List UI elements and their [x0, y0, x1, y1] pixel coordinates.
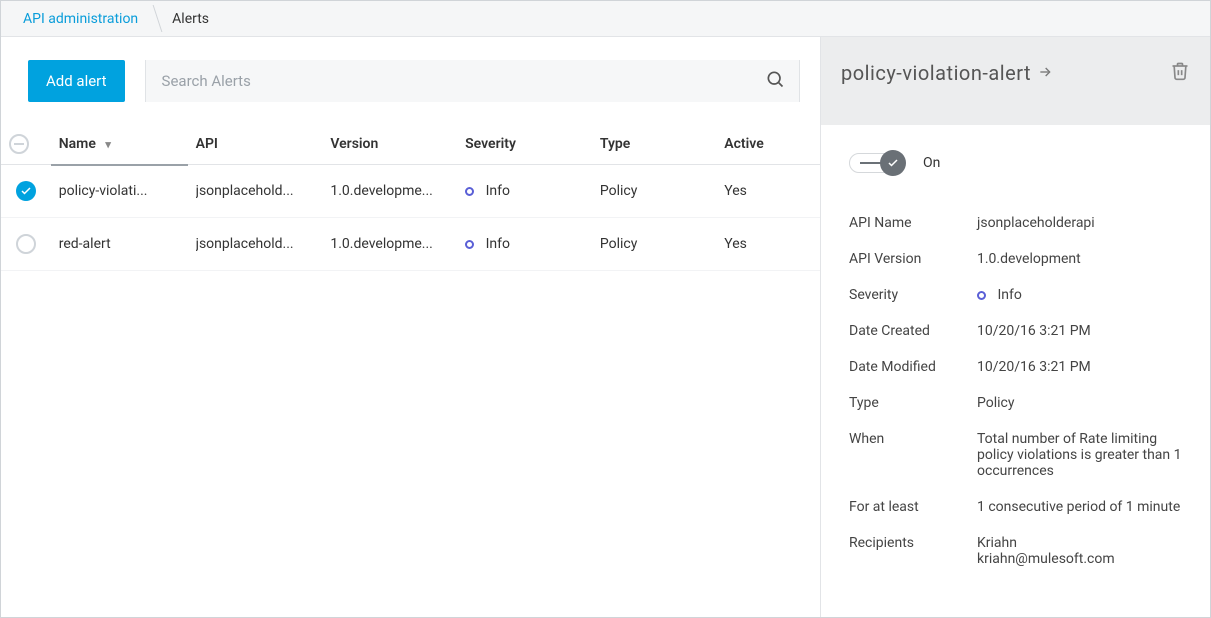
detail-recipients: Recipients Kriahn kriahn@mulesoft.com [849, 525, 1186, 577]
cell-severity: Info [486, 236, 510, 252]
detail-panel: policy-violation-alert [820, 37, 1210, 617]
severity-info-icon [465, 240, 474, 249]
trash-icon[interactable] [1170, 61, 1190, 85]
column-header-version[interactable]: Version [322, 124, 457, 165]
detail-api-version: API Version 1.0.development [849, 241, 1186, 277]
column-header-name[interactable]: Name ▾ [51, 124, 188, 165]
cell-name: red-alert [59, 236, 180, 252]
cell-active: Yes [724, 183, 747, 199]
cell-severity: Info [486, 183, 510, 199]
cell-version: 1.0.developme... [330, 236, 449, 252]
row-checkbox[interactable] [16, 234, 36, 254]
select-all-toggle[interactable] [9, 134, 29, 154]
breadcrumb-current: Alerts [160, 1, 221, 36]
add-alert-label: Add alert [46, 72, 107, 90]
breadcrumb-root-label: API administration [23, 11, 138, 27]
check-icon [880, 150, 906, 176]
cell-api: jsonplacehold... [196, 236, 315, 252]
detail-when: When Total number of Rate limiting polic… [849, 421, 1186, 489]
cell-type: Policy [600, 236, 638, 252]
detail-date-created: Date Created 10/20/16 3:21 PM [849, 313, 1186, 349]
share-icon[interactable] [1037, 61, 1053, 85]
col-name-label: Name [59, 136, 96, 152]
column-header-type[interactable]: Type [592, 124, 716, 165]
add-alert-button[interactable]: Add alert [28, 60, 125, 102]
cell-active: Yes [724, 236, 747, 252]
detail-api-name: API Name jsonplaceholderapi [849, 205, 1186, 241]
detail-severity: Severity Info [849, 277, 1186, 313]
panel-title: policy-violation-alert [841, 61, 1053, 85]
column-header-active[interactable]: Active [716, 124, 820, 165]
detail-for-at-least: For at least 1 consecutive period of 1 m… [849, 489, 1186, 525]
search-input[interactable] [146, 72, 799, 90]
column-header-severity[interactable]: Severity [457, 124, 592, 165]
enabled-toggle[interactable] [849, 153, 905, 173]
severity-info-icon [977, 291, 986, 300]
cell-version: 1.0.developme... [330, 183, 449, 199]
detail-type: Type Policy [849, 385, 1186, 421]
cell-api: jsonplacehold... [196, 183, 315, 199]
breadcrumb: API administration Alerts [1, 1, 1210, 37]
search-wrap[interactable] [145, 60, 800, 102]
cell-name: policy-violati... [59, 183, 180, 199]
toggle-state-label: On [923, 155, 940, 171]
table-row[interactable]: policy-violati... jsonplacehold... 1.0.d… [1, 165, 820, 218]
detail-date-modified: Date Modified 10/20/16 3:21 PM [849, 349, 1186, 385]
search-icon[interactable] [765, 69, 785, 93]
column-header-api[interactable]: API [188, 124, 323, 165]
breadcrumb-current-label: Alerts [172, 11, 209, 27]
breadcrumb-root[interactable]: API administration [11, 1, 150, 36]
table-row[interactable]: red-alert jsonplacehold... 1.0.developme… [1, 218, 820, 271]
row-checkbox[interactable] [16, 181, 36, 201]
cell-type: Policy [600, 183, 638, 199]
chevron-down-icon: ▾ [105, 138, 111, 151]
alerts-table: Name ▾ API Version Severity Type Active [1, 124, 820, 271]
severity-info-icon [465, 187, 474, 196]
